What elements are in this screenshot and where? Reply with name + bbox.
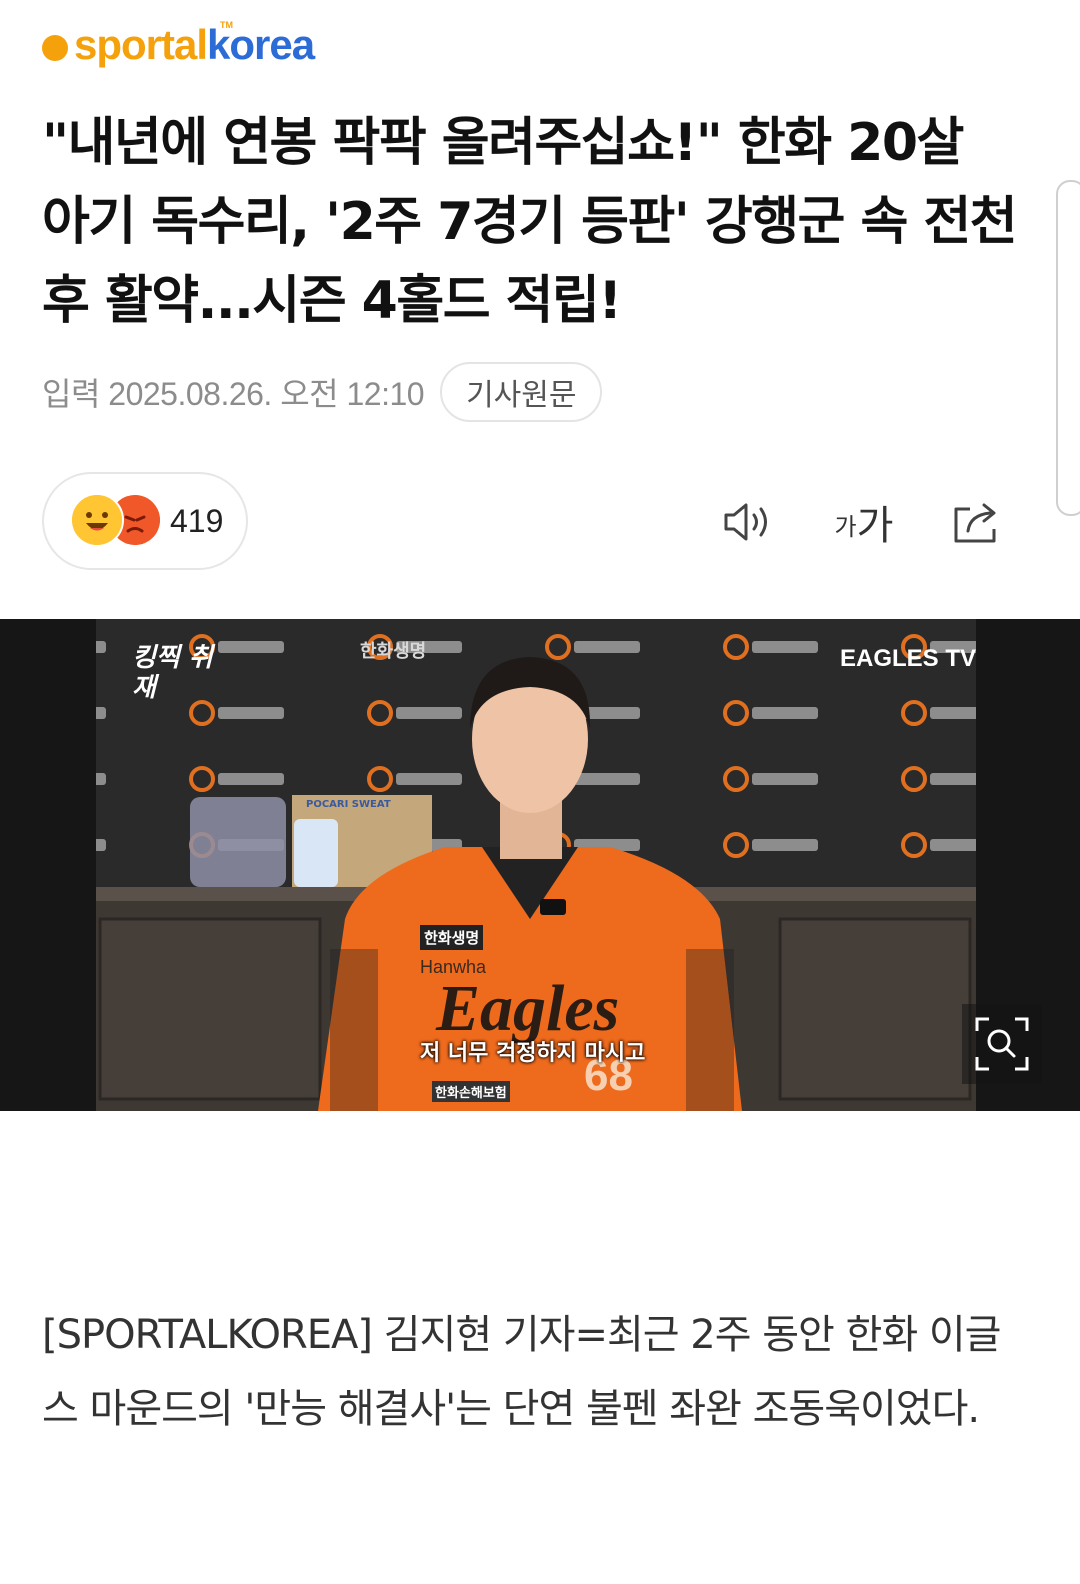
original-article-button[interactable]: 기사원문 bbox=[440, 362, 603, 422]
jersey-patch-top: 한화생명 bbox=[420, 925, 484, 950]
zoom-button[interactable] bbox=[962, 1004, 1042, 1084]
jersey-patch-bottom: 한화손해보험 bbox=[432, 1081, 510, 1102]
video-subtitle: 저 너무 걱정하지 마시고 bbox=[420, 1041, 646, 1066]
article-photo[interactable]: 킹찍 취재 EAGLES TV POCARI SWEAT 한화생명 한화생명 H… bbox=[0, 619, 1080, 1111]
font-size-icon[interactable]: 가 가 bbox=[828, 492, 900, 552]
logo-sport-text: sportal bbox=[74, 21, 208, 68]
speaker-icon[interactable] bbox=[718, 492, 778, 552]
logo-trademark: TM bbox=[220, 20, 233, 30]
reaction-count: 419 bbox=[170, 502, 224, 539]
reaction-button[interactable]: 419 bbox=[42, 472, 248, 570]
publish-date: 입력 2025.08.26. 오전 12:10 bbox=[42, 376, 425, 412]
font-size-small-glyph: 가 bbox=[834, 513, 857, 541]
laughing-face-icon bbox=[70, 493, 124, 547]
share-icon[interactable] bbox=[946, 492, 1006, 552]
logo-dot bbox=[42, 35, 68, 61]
photo-corner-badge: 킹찍 취재 bbox=[132, 643, 213, 703]
site-logo[interactable]: sportal korea TM bbox=[42, 20, 315, 70]
zoom-icon bbox=[975, 1017, 1029, 1071]
photo-backdrop-sponsor: 한화생명 bbox=[360, 641, 427, 662]
font-size-large-glyph: 가 bbox=[856, 503, 894, 549]
article-title: "내년에 연봉 팍팍 올려주십쇼!" 한화 20살 아기 독수리, '2주 7경… bbox=[42, 113, 1018, 331]
article-body: [SPORTALKOREA] 김지현 기자=최근 2주 동안 한화 이글스 마운… bbox=[42, 1312, 1001, 1432]
scroll-indicator[interactable] bbox=[1056, 180, 1080, 516]
article-meta: 입력 2025.08.26. 오전 12:10 기사원문 bbox=[42, 360, 603, 424]
photo-channel-label: EAGLES TV bbox=[840, 645, 977, 672]
reaction-emojis bbox=[70, 493, 162, 547]
photo-box-label: POCARI SWEAT bbox=[306, 799, 391, 810]
